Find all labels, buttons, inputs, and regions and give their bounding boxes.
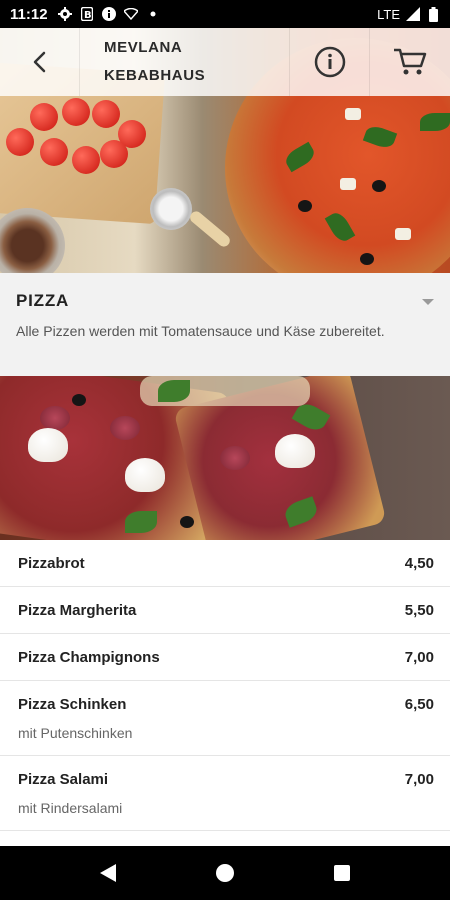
- item-price: 5,50: [404, 602, 434, 619]
- chevron-down-icon[interactable]: [422, 299, 434, 305]
- status-time: 11:12: [10, 5, 48, 23]
- pizza-cutter: [150, 188, 192, 230]
- olive: [180, 516, 194, 528]
- item-name: Pizzabrot: [18, 555, 85, 572]
- status-system-icons: LTE: [377, 6, 440, 22]
- olive: [72, 394, 86, 406]
- item-name: Pizza Champignons: [18, 649, 160, 666]
- wifi-icon: [123, 7, 138, 21]
- tomato: [6, 128, 34, 156]
- menu-list: Pizzabrot 4,50 Pizza Margherita 5,50 Piz…: [0, 540, 450, 846]
- prosciutto: [110, 416, 140, 440]
- item-description: mit Rindersalami: [18, 800, 123, 816]
- category-description: Alle Pizzen werden mit Tomatensauce und …: [16, 323, 385, 339]
- network-type: LTE: [377, 6, 400, 22]
- menu-item-pizzabrot[interactable]: Pizzabrot 4,50: [0, 540, 450, 587]
- tomato: [40, 138, 68, 166]
- basil-leaf: [158, 380, 190, 402]
- info-circle-icon: [101, 7, 116, 21]
- nav-home-icon: [215, 864, 234, 882]
- menu-item-pizza-schinken[interactable]: Pizza Schinken 6,50 mit Putenschinken: [0, 681, 450, 756]
- feta-cube: [340, 178, 356, 190]
- dot-icon: [146, 7, 160, 21]
- category-title: PIZZA: [16, 291, 70, 310]
- category-header[interactable]: PIZZA Alle Pizzen werden mit Tomatensauc…: [0, 273, 450, 376]
- category-image: [0, 376, 450, 540]
- b-badge-icon: B: [80, 7, 94, 21]
- olive: [372, 180, 386, 192]
- feta-cube: [395, 228, 411, 240]
- olive: [360, 253, 374, 265]
- tomato: [100, 140, 128, 168]
- nav-back-button[interactable]: [88, 853, 128, 893]
- tomato: [62, 98, 90, 126]
- menu-item-pizza-champignons[interactable]: Pizza Champignons 7,00: [0, 634, 450, 681]
- mushroom: [275, 434, 315, 468]
- tomato: [72, 146, 100, 174]
- gear-icon: [57, 7, 72, 21]
- menu-item-pizza-margherita[interactable]: Pizza Margherita 5,50: [0, 587, 450, 634]
- nav-home-button[interactable]: [205, 853, 245, 893]
- prosciutto: [220, 446, 250, 470]
- pizza-cutter-handle: [187, 208, 233, 250]
- feta-cube: [345, 108, 361, 120]
- info-button[interactable]: [290, 28, 370, 96]
- item-price: 7,00: [404, 771, 434, 788]
- nav-back-icon: [100, 864, 117, 882]
- system-nav-bar: [0, 846, 450, 900]
- nav-recents-button[interactable]: [322, 853, 362, 893]
- prosciutto: [40, 406, 70, 430]
- restaurant-title: MEVLANA KEBABHAUS: [80, 28, 290, 96]
- tomato: [30, 103, 58, 131]
- item-price: 7,00: [404, 649, 434, 666]
- signal-icon: [406, 7, 420, 21]
- back-icon: [33, 51, 45, 73]
- item-name: Pizza Margherita: [18, 602, 137, 619]
- title-line-2: KEBABHAUS: [104, 67, 206, 84]
- olive: [298, 200, 312, 212]
- mushroom: [28, 428, 68, 462]
- cart-button[interactable]: [370, 28, 450, 96]
- back-button[interactable]: [0, 28, 80, 96]
- status-notification-icons: B: [57, 7, 160, 21]
- mushroom: [125, 458, 165, 492]
- menu-item-pizza-salami[interactable]: Pizza Salami 7,00 mit Rindersalami: [0, 756, 450, 831]
- basil-leaf: [125, 511, 157, 533]
- title-line-1: MEVLANA: [104, 39, 183, 56]
- item-name: Pizza Salami: [18, 771, 109, 788]
- cart-icon: [394, 48, 427, 75]
- basil-leaf: [420, 113, 450, 131]
- battery-icon: [426, 6, 440, 22]
- tomato: [92, 100, 120, 128]
- status-bar: 11:12 B LTE: [0, 0, 450, 28]
- item-price: 6,50: [404, 696, 434, 713]
- info-icon: [314, 46, 345, 78]
- item-description: mit Putenschinken: [18, 725, 133, 741]
- nav-recents-icon: [333, 865, 350, 881]
- item-price: 4,50: [404, 555, 434, 572]
- svg-text:B: B: [84, 10, 92, 21]
- item-name: Pizza Schinken: [18, 696, 127, 713]
- app-bar: MEVLANA KEBABHAUS: [0, 28, 450, 96]
- spice-bowl: [0, 208, 65, 273]
